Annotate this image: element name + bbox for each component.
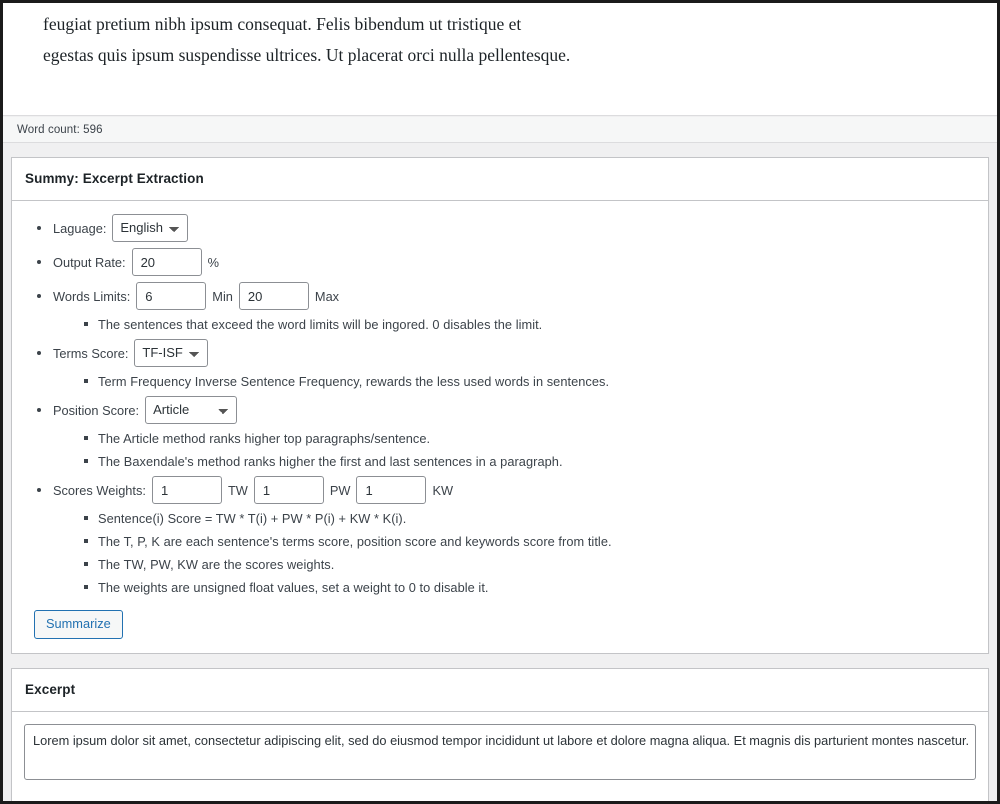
language-label: Laguage: [53,220,107,236]
excerpt-metabox-body: Lorem ipsum dolor sit amet, consectetur … [12,712,988,801]
summy-metabox-body: Laguage: English Output Rate: % Words Li… [12,201,988,653]
excerpt-textarea[interactable]: Lorem ipsum dolor sit amet, consectetur … [24,724,976,780]
words-limits-note: The sentences that exceed the word limit… [98,317,543,332]
output-rate-percent-suffix: % [207,254,219,270]
note-item: Sentence(i) Score = TW * T(i) + PW * P(i… [53,507,975,530]
scores-weights-label: Scores Weights: [53,482,146,498]
option-row-position-score: Position Score: Article [25,393,975,427]
note-item: The sentences that exceed the word limit… [53,313,975,336]
scores-weight-kw-suffix: KW [432,482,454,498]
terms-score-note: Term Frequency Inverse Sentence Frequenc… [98,374,610,389]
scores-weights-notes-wrap: Sentence(i) Score = TW * T(i) + PW * P(i… [25,507,975,599]
option-row-language: Laguage: English [25,211,975,245]
words-limits-label: Words Limits: [53,288,131,304]
words-limit-max-input[interactable] [238,282,309,310]
note-item: The Article method ranks higher top para… [53,427,975,450]
position-score-label: Position Score: [53,402,140,418]
scores-weight-pw-input[interactable] [253,476,324,504]
excerpt-metabox-header[interactable]: Excerpt [12,669,988,712]
terms-score-note-wrap: Term Frequency Inverse Sentence Frequenc… [25,370,975,393]
position-score-notes: The Article method ranks higher top para… [53,427,975,473]
summy-metabox-title: Summy: Excerpt Extraction [25,171,204,186]
scores-weight-pw-suffix: PW [329,482,351,498]
output-rate-label: Output Rate: [53,254,126,270]
terms-score-label: Terms Score: [53,345,129,361]
editor-paragraph-line-1: feugiat pretium nibh ipsum consequat. Fe… [43,14,522,34]
spacer-above-excerpt-panel [3,654,997,668]
scores-weights-note-3: The TW, PW, KW are the scores weights. [98,557,335,572]
scores-weight-tw-input[interactable] [151,476,222,504]
note-item: The Baxendale's method ranks higher the … [53,450,975,473]
note-item: The weights are unsigned float values, s… [53,576,975,599]
summy-metabox: Summy: Excerpt Extraction Laguage: Engli… [11,157,989,654]
post-content-editor[interactable]: feugiat pretium nibh ipsum consequat. Fe… [3,3,997,116]
spacer-above-summy-panel [3,143,997,157]
language-select[interactable]: English [112,214,189,242]
words-limit-max-suffix: Max [314,288,340,304]
words-limit-min-suffix: Min [212,288,233,304]
option-row-terms-score: Terms Score: TF-ISF [25,336,975,370]
excerpt-metabox: Excerpt Lorem ipsum dolor sit amet, cons… [11,668,989,801]
scores-weights-notes: Sentence(i) Score = TW * T(i) + PW * P(i… [53,507,975,599]
option-row-scores-weights: Scores Weights: TW PW KW [25,473,975,507]
position-score-note-1: The Article method ranks higher top para… [98,431,431,446]
scores-weight-kw-input[interactable] [356,476,427,504]
note-item: The T, P, K are each sentence's terms sc… [53,530,975,553]
excerpt-metabox-title: Excerpt [25,682,76,697]
terms-score-notes: Term Frequency Inverse Sentence Frequenc… [53,370,975,393]
note-item: The TW, PW, KW are the scores weights. [53,553,975,576]
scores-weights-note-2: The T, P, K are each sentence's terms sc… [98,534,612,549]
editor-paragraph-line-2: egestas quis ipsum suspendisse ultrices.… [43,45,571,65]
summarize-button[interactable]: Summarize [34,610,123,639]
scores-weights-note-1: Sentence(i) Score = TW * T(i) + PW * P(i… [98,511,407,526]
scores-weight-tw-suffix: TW [227,482,248,498]
terms-score-select[interactable]: TF-ISF [134,339,209,367]
note-item: Term Frequency Inverse Sentence Frequenc… [53,370,975,393]
browser-viewport: feugiat pretium nibh ipsum consequat. Fe… [0,0,1000,804]
words-limits-note-wrap: The sentences that exceed the word limit… [25,313,975,336]
output-rate-input[interactable] [131,248,202,276]
word-count-label: Word count: 596 [17,123,103,136]
words-limits-notes: The sentences that exceed the word limit… [53,313,975,336]
scores-weights-note-4: The weights are unsigned float values, s… [98,580,489,595]
summy-metabox-header[interactable]: Summy: Excerpt Extraction [12,158,988,201]
option-row-words-limits: Words Limits: Min Max [25,279,975,313]
position-score-notes-wrap: The Article method ranks higher top para… [25,427,975,473]
summy-options-list: Laguage: English Output Rate: % Words Li… [25,211,975,599]
page-content: feugiat pretium nibh ipsum consequat. Fe… [3,3,997,801]
position-score-note-2: The Baxendale's method ranks higher the … [98,454,563,469]
word-count-bar: Word count: 596 [3,116,997,143]
option-row-output-rate: Output Rate: % [25,245,975,279]
position-score-select[interactable]: Article [145,396,238,424]
words-limit-min-input[interactable] [136,282,207,310]
